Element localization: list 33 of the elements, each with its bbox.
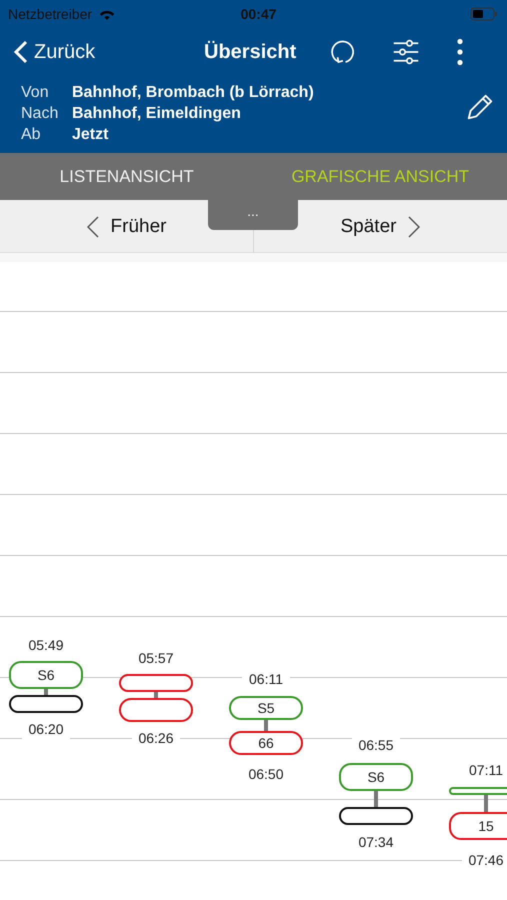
transfer-connector [374,791,378,807]
transfer-connector [484,795,488,812]
battery-icon [469,7,499,21]
chevron-right-icon [408,216,420,238]
transfer-connector [44,689,48,695]
route-value: Bahnhof, Brombach (b Lörrach) [72,83,315,103]
later-button[interactable]: Später [340,200,420,253]
chevron-left-icon [14,40,28,64]
trip-segment[interactable]: 15 [449,812,507,840]
route-value: Bahnhof, Eimeldingen [72,104,242,124]
clock-time: 00:47 [240,6,276,22]
view-tab[interactable]: LISTENANSICHT [0,153,254,200]
trip-segment[interactable]: S5 [229,696,303,720]
chevron-left-icon [86,216,99,238]
trip-segment[interactable] [9,695,83,713]
route-value: Jetzt [72,125,110,145]
route-label: Nach [21,104,60,124]
earlier-button[interactable]: Früher [86,200,166,253]
transfer-connector [154,692,158,698]
more-icon[interactable] [456,38,464,66]
refresh-icon[interactable] [328,38,356,66]
trip-segment[interactable]: 66 [229,731,303,755]
back-button[interactable]: Zurück [14,40,204,64]
drawer-handle[interactable]: ... [208,200,298,230]
trip-segment[interactable]: S6 [9,661,83,689]
transfer-connector [264,720,268,731]
trip-segment[interactable] [339,807,413,825]
filter-sliders-icon[interactable] [392,38,420,66]
route-label: Ab [21,125,42,145]
trip-segment[interactable]: S6 [339,763,413,791]
screen-title: Übersicht [204,40,298,64]
route-label: Von [21,83,50,103]
carrier-name: Netzbetreiber [8,6,92,22]
